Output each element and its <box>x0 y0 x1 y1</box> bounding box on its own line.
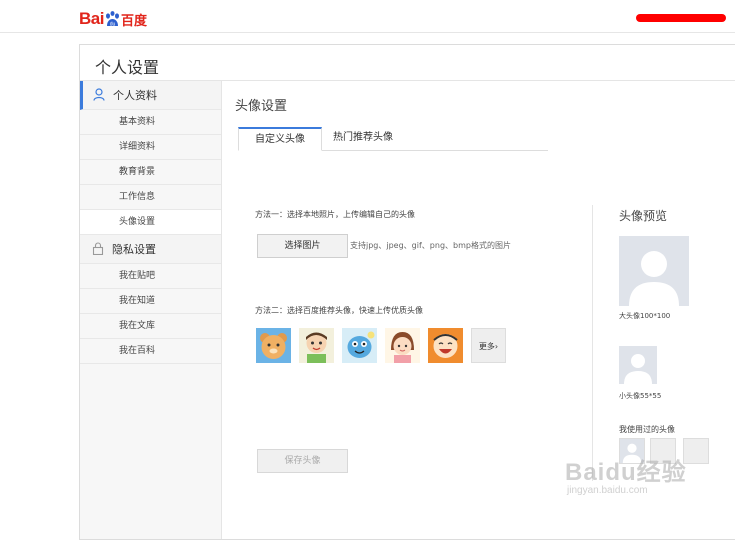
small-avatar-preview <box>619 346 657 384</box>
divider <box>592 205 593 481</box>
sidebar-item-baike[interactable]: 我在百科 <box>80 339 221 364</box>
sidebar-item-detailed-info[interactable]: 详细资料 <box>80 135 221 160</box>
save-avatar-button[interactable]: 保存头像 <box>257 449 348 473</box>
format-hint: 支持jpg、jpeg、gif、png、bmp格式的图片 <box>350 241 511 250</box>
tab-bar: 自定义头像 热门推荐头像 <box>238 127 548 151</box>
sidebar: 个人资料 基本资料 详细资料 教育背景 工作信息 头像设置 隐私设置 我在贴吧 … <box>80 81 222 539</box>
used-avatars-label: 我使用过的头像 <box>619 425 675 434</box>
more-avatars-button[interactable]: 更多› <box>471 328 506 363</box>
lock-icon <box>92 242 104 255</box>
sidebar-item-basic-info[interactable]: 基本资料 <box>80 110 221 135</box>
large-avatar-preview <box>619 236 689 306</box>
logo-text: Bai <box>79 9 104 28</box>
baidu-logo[interactable]: Bai du 百度 <box>79 9 147 29</box>
watermark-title: Baidu经验 <box>565 459 687 486</box>
laughing-avatar-icon[interactable] <box>428 328 463 363</box>
sidebar-item-zhidao[interactable]: 我在知道 <box>80 289 221 314</box>
sidebar-item-tieba[interactable]: 我在贴吧 <box>80 264 221 289</box>
bear-avatar-icon[interactable] <box>256 328 291 363</box>
watermark: Baidu经验 jingyan.baidu.com <box>565 452 687 496</box>
content-title: 头像设置 <box>235 99 288 114</box>
sidebar-section-profile[interactable]: 个人资料 <box>80 81 221 110</box>
small-avatar-label: 小头像55*55 <box>619 392 662 400</box>
sidebar-section-privacy[interactable]: 隐私设置 <box>80 235 221 264</box>
svg-text:du: du <box>110 21 116 27</box>
sidebar-item-work[interactable]: 工作信息 <box>80 185 221 210</box>
sidebar-item-wenku[interactable]: 我在文库 <box>80 314 221 339</box>
method-one-text: 方法一：选择本地照片，上传编辑自己的头像 <box>255 210 415 219</box>
girl-avatar-icon[interactable] <box>385 328 420 363</box>
large-avatar-label: 大头像100*100 <box>619 312 671 320</box>
choose-image-button[interactable]: 选择图片 <box>257 234 348 258</box>
cat-avatar-icon[interactable] <box>342 328 377 363</box>
recommended-avatars: 更多› <box>256 328 506 363</box>
username-redacted <box>636 14 726 22</box>
preview-title: 头像预览 <box>619 209 668 223</box>
paw-icon: du <box>105 10 119 27</box>
boy-avatar-icon[interactable] <box>299 328 334 363</box>
section-label: 隐私设置 <box>112 243 156 256</box>
sidebar-item-avatar[interactable]: 头像设置 <box>80 210 221 235</box>
panel-header: 个人设置 <box>80 45 735 81</box>
user-icon <box>93 88 105 101</box>
top-bar: Bai du 百度 <box>0 0 735 33</box>
logo-suffix: 百度 <box>120 13 147 29</box>
tab-custom-avatar[interactable]: 自定义头像 <box>238 127 322 151</box>
section-label: 个人资料 <box>113 89 157 102</box>
tab-recommended-avatar[interactable]: 热门推荐头像 <box>328 127 398 150</box>
sidebar-item-education[interactable]: 教育背景 <box>80 160 221 185</box>
page-title: 个人设置 <box>95 58 160 77</box>
method-two-text: 方法二：选择百度推荐头像，快速上传优质头像 <box>255 306 423 315</box>
